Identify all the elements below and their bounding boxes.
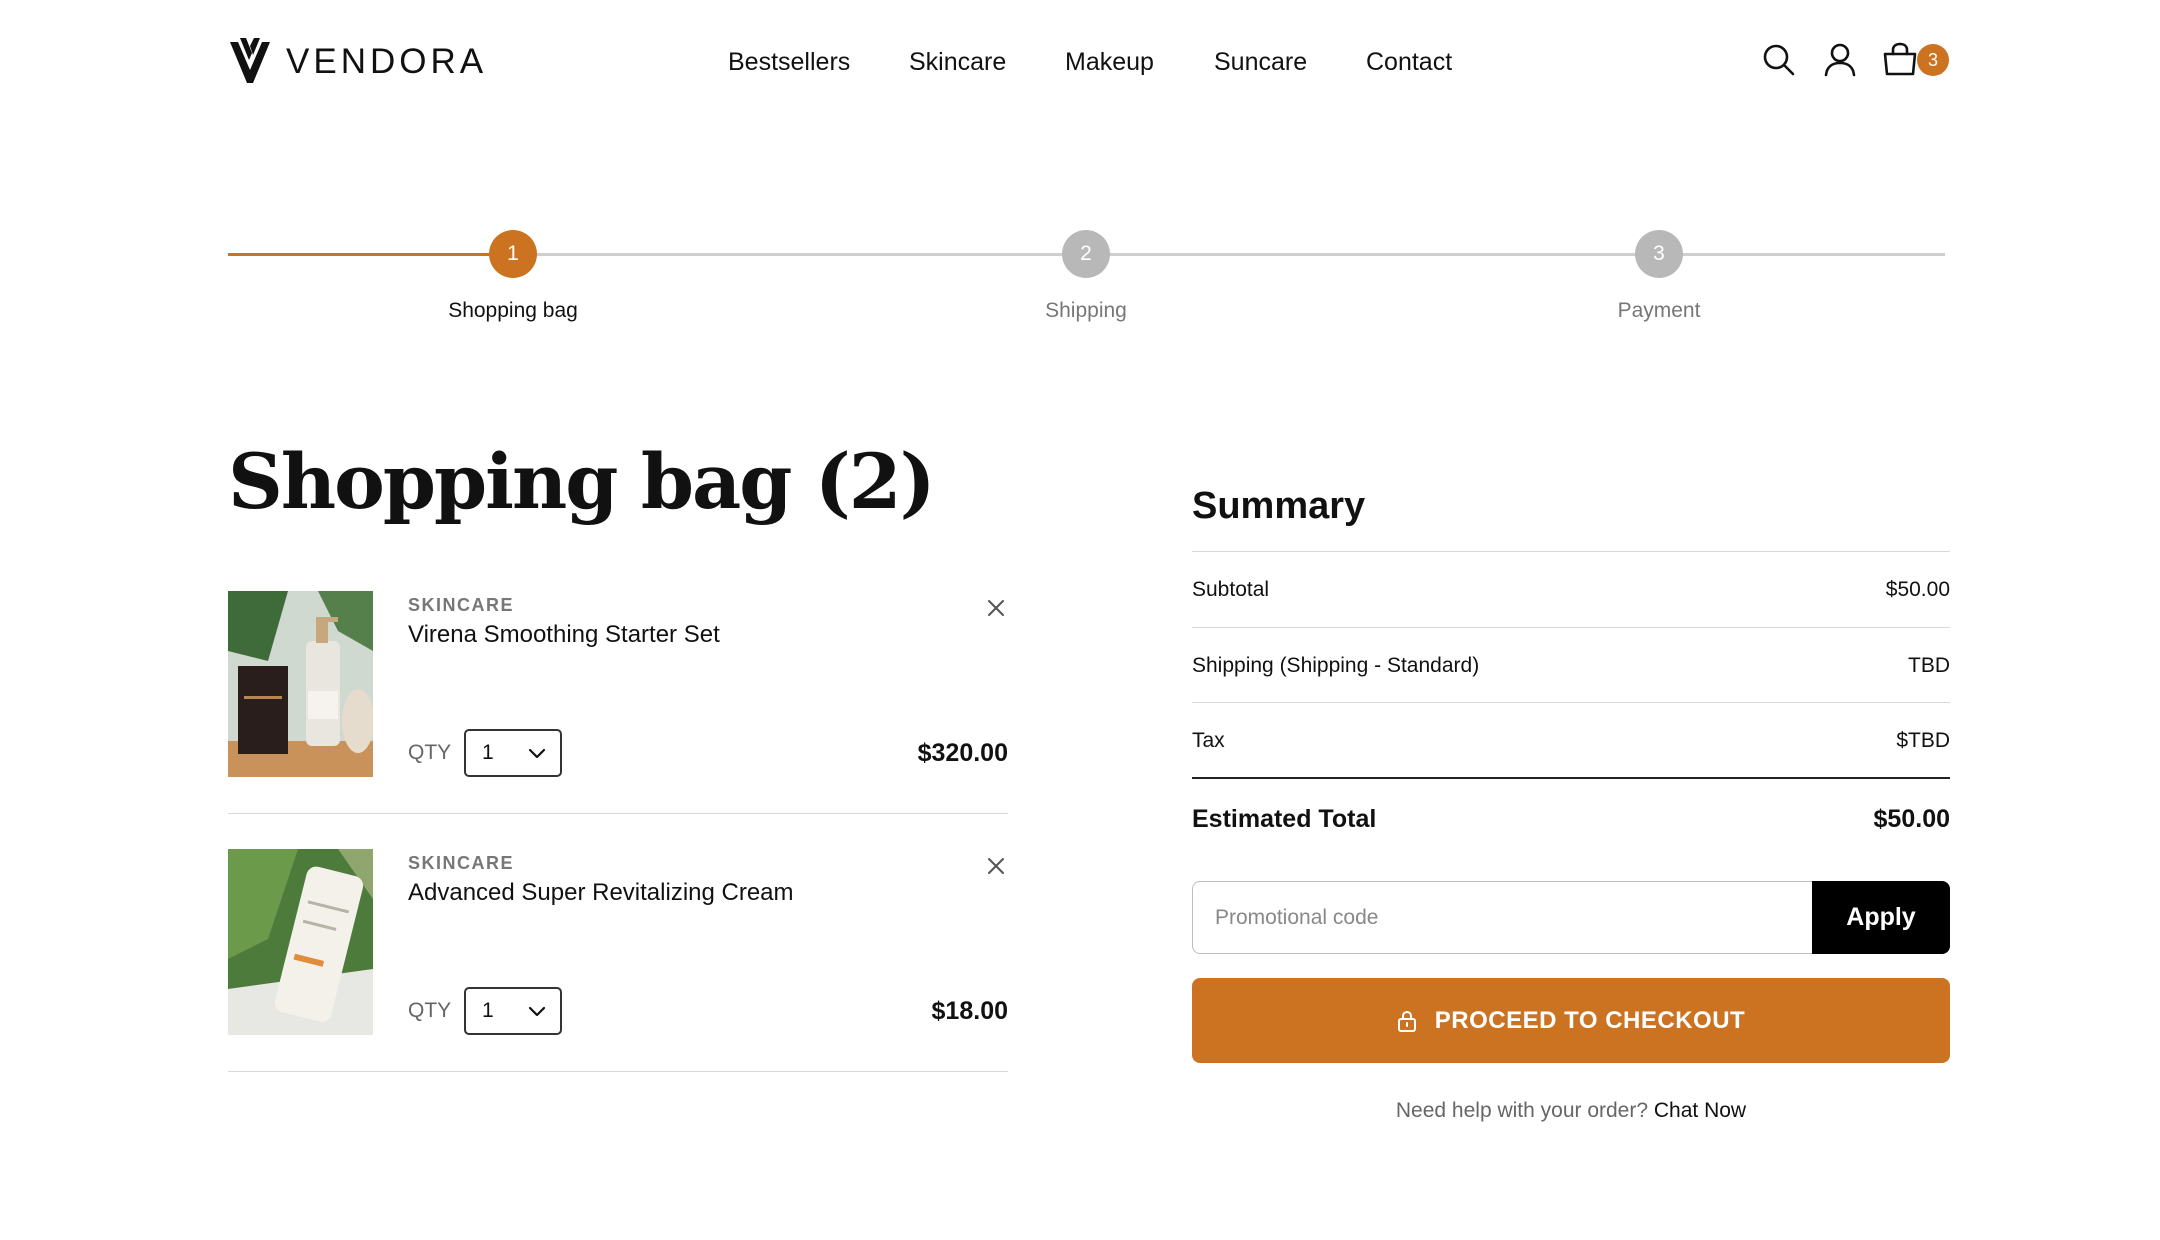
estimated-total-value: $50.00 [1873,805,1950,833]
item-divider [228,813,1008,814]
step-2-circle[interactable]: 2 [1062,230,1110,278]
summary-row-subtotal: Subtotal $50.00 [1192,551,1950,627]
cart-item: SKINCARE Virena Smoothing Starter Set QT… [228,591,1008,851]
qty-label: QTY [408,741,452,764]
search-icon[interactable] [1759,40,1799,80]
summary-label: Tax [1192,729,1225,752]
nav-item-suncare[interactable]: Suncare [1214,44,1307,80]
summary-value: $50.00 [1885,578,1950,601]
stepper-track-line [513,253,1945,256]
qty-label: QTY [408,999,452,1022]
estimated-total-label: Estimated Total [1192,805,1377,833]
chat-now-link[interactable]: Chat Now [1654,1099,1746,1122]
shopping-bag-icon[interactable] [1880,40,1920,80]
summary-title: Summary [1192,485,1366,527]
site-header: VENDORA Bestsellers Skincare Makeup Sunc… [0,0,2160,124]
chevron-down-icon [526,1000,548,1022]
quantity-select[interactable]: 1 [464,729,562,777]
quantity-value: 1 [482,741,494,764]
summary-value: $TBD [1896,729,1950,752]
proceed-to-checkout-button[interactable]: PROCEED TO CHECKOUT [1192,978,1950,1063]
cart-item: SKINCARE Advanced Super Revitalizing Cre… [228,849,1008,1109]
remove-item-close-icon[interactable] [983,595,1009,621]
quantity-select[interactable]: 1 [464,987,562,1035]
help-text: Need help with your order? [1395,1099,1649,1122]
product-image[interactable] [228,849,373,1035]
item-divider [228,1071,1008,1072]
promo-code-input[interactable] [1192,881,1812,954]
quantity-value: 1 [482,999,494,1022]
summary-label: Shipping (Shipping - Standard) [1192,654,1480,677]
step-2-label[interactable]: Shipping [956,296,1216,326]
product-category: SKINCARE [408,853,515,873]
order-help: Need help with your order? Chat Now [1192,1096,1950,1126]
item-price: $18.00 [931,997,1008,1025]
summary-row-estimated-total: Estimated Total $50.00 [1192,777,1950,857]
product-image[interactable] [228,591,373,777]
nav-item-bestsellers[interactable]: Bestsellers [728,44,850,80]
step-1-label[interactable]: Shopping bag [383,296,643,326]
nav-item-contact[interactable]: Contact [1366,44,1452,80]
cart-count-badge[interactable]: 3 [1917,44,1949,76]
lock-icon [1397,1010,1417,1032]
remove-item-close-icon[interactable] [983,853,1009,879]
page-title: Shopping bag (2) [228,437,936,526]
summary-row-shipping: Shipping (Shipping - Standard) TBD [1192,627,1950,703]
step-1-circle[interactable]: 1 [489,230,537,278]
summary-row-tax: Tax $TBD [1192,702,1950,778]
nav-item-makeup[interactable]: Makeup [1065,44,1154,80]
summary-label: Subtotal [1192,578,1270,601]
nav-item-skincare[interactable]: Skincare [909,44,1006,80]
step-3-circle[interactable]: 3 [1635,230,1683,278]
apply-promo-button[interactable]: Apply [1812,881,1950,954]
promo-code-form: Apply [1192,881,1950,954]
user-icon[interactable] [1820,40,1860,80]
summary-value: TBD [1908,654,1950,677]
product-name[interactable]: Virena Smoothing Starter Set [408,621,720,649]
step-3-label[interactable]: Payment [1529,296,1789,326]
chevron-down-icon [526,742,548,764]
product-category: SKINCARE [408,595,515,615]
checkout-label: PROCEED TO CHECKOUT [1434,1006,1746,1034]
checkout-stepper: 1 Shopping bag 2 Shipping 3 Payment [0,220,2160,340]
product-name[interactable]: Advanced Super Revitalizing Cream [408,879,794,907]
item-price: $320.00 [917,739,1008,767]
stepper-progress-line [228,253,513,256]
